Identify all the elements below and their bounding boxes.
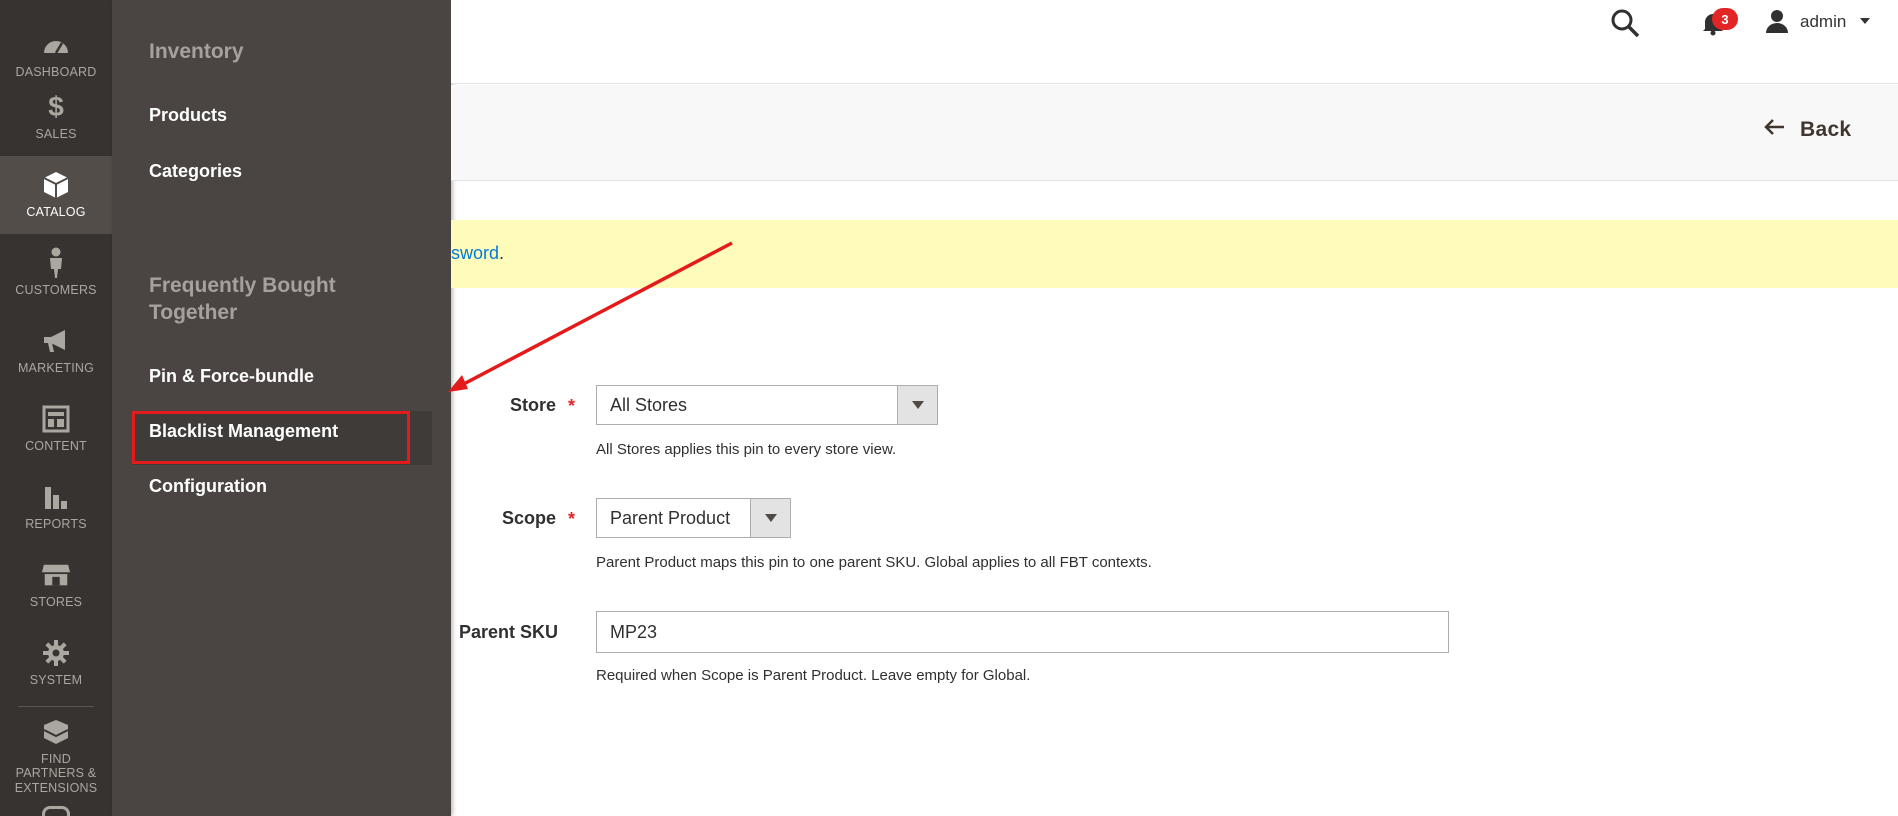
user-icon[interactable] <box>1764 8 1790 34</box>
layout-icon <box>41 404 71 434</box>
page-actions-bar <box>451 85 1898 181</box>
parent-sku-label: Parent SKU <box>458 622 558 642</box>
gear-icon <box>41 638 71 668</box>
search-icon[interactable] <box>1610 8 1640 38</box>
chevron-down-icon[interactable] <box>1860 18 1870 24</box>
back-label: Back <box>1800 118 1852 141</box>
nav-label: STORES <box>29 595 83 610</box>
message-link[interactable]: sword <box>451 243 499 263</box>
required-mark: * <box>568 509 576 529</box>
chevron-down-icon <box>764 514 777 522</box>
page-header <box>451 0 1898 84</box>
back-button[interactable]: Back <box>1764 118 1851 142</box>
nav-item-sales[interactable]: $ SALES <box>0 78 112 156</box>
scope-select[interactable]: Parent Product <box>596 498 791 538</box>
storefront-icon <box>41 560 71 590</box>
system-message-bar <box>451 220 1898 288</box>
menu-link-categories[interactable]: Categories <box>149 161 242 182</box>
nav-item-stores[interactable]: STORES <box>0 546 112 624</box>
nav-label: CUSTOMERS <box>15 283 97 298</box>
nav-item-reports[interactable]: REPORTS <box>0 468 112 546</box>
message-text: sword. <box>451 243 504 264</box>
menu-link-configuration[interactable]: Configuration <box>149 476 267 497</box>
admin-page: DASHBOARD $ SALES CATALOG CUSTOMERS MARK… <box>0 0 1898 816</box>
nav-divider <box>18 706 94 707</box>
nav-label: CATALOG <box>26 205 86 220</box>
group-title-fbt: Frequently Bought Together <box>149 274 336 325</box>
blocks-icon <box>41 717 71 747</box>
store-select-toggle[interactable] <box>897 386 937 424</box>
chevron-down-icon <box>911 401 924 409</box>
message-tail: . <box>499 243 505 263</box>
annotation-highlight-box <box>132 411 410 464</box>
person-icon <box>41 247 71 279</box>
admin-user-menu[interactable]: admin <box>1800 12 1846 32</box>
dashboard-icon <box>41 30 71 60</box>
store-label: Store <box>509 395 556 415</box>
cube-icon <box>41 170 71 200</box>
group-title-inventory: Inventory <box>149 40 244 63</box>
nav-label: FIND PARTNERS & EXTENSIONS <box>14 751 98 795</box>
nav-label: SALES <box>35 127 77 142</box>
menu-link-products[interactable]: Products <box>149 105 227 126</box>
nav-label: CONTENT <box>25 439 87 454</box>
nav-label: REPORTS <box>25 517 87 532</box>
catalog-flyout-menu: Inventory Products Categories Frequently… <box>112 0 451 816</box>
arrow-left-icon <box>1764 118 1786 142</box>
notification-badge[interactable]: 3 <box>1712 8 1738 30</box>
store-select[interactable]: All Stores <box>596 385 938 425</box>
menu-link-pin-force-bundle[interactable]: Pin & Force-bundle <box>149 366 314 387</box>
nav-item-catalog[interactable]: CATALOG <box>0 156 112 234</box>
nav-item-system[interactable]: SYSTEM <box>0 624 112 702</box>
store-note: All Stores applies this pin to every sto… <box>596 441 897 458</box>
megaphone-icon <box>41 326 71 356</box>
parent-sku-note: Required when Scope is Parent Product. L… <box>596 667 1031 684</box>
scope-note: Parent Product maps this pin to one pare… <box>596 554 1152 571</box>
scope-label: Scope <box>501 508 556 528</box>
parent-sku-input[interactable] <box>596 611 1449 653</box>
store-select-value: All Stores <box>610 394 688 415</box>
nav-item-marketing[interactable]: MARKETING <box>0 312 112 390</box>
nav-item-customers[interactable]: CUSTOMERS <box>0 234 112 312</box>
dollar-icon: $ <box>48 91 64 123</box>
side-nav: DASHBOARD $ SALES CATALOG CUSTOMERS MARK… <box>0 0 112 816</box>
scope-select-value: Parent Product <box>610 507 731 528</box>
bar-chart-icon <box>41 482 71 512</box>
required-mark: * <box>568 396 576 416</box>
nav-item-find-partners[interactable]: FIND PARTNERS & EXTENSIONS <box>0 712 112 800</box>
nav-item-content[interactable]: CONTENT <box>0 390 112 468</box>
partial-icon <box>42 806 70 816</box>
nav-label: MARKETING <box>17 361 95 376</box>
nav-label: SYSTEM <box>29 673 83 688</box>
scope-select-toggle[interactable] <box>750 499 790 537</box>
